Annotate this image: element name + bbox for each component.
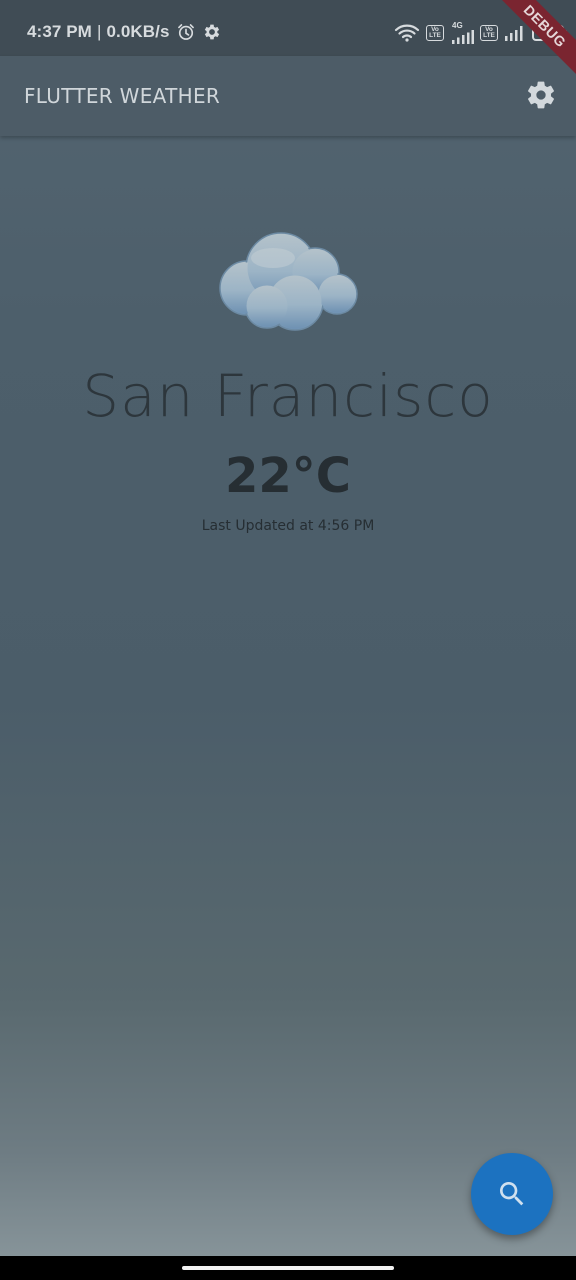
city-name: San Francisco (82, 362, 494, 430)
status-bar: 4:37 PM | 0.0KB/s Vo LTE 4G Vo LTE (0, 0, 576, 56)
volte-badge-2: Vo LTE (480, 25, 498, 41)
network-speed: 0.0KB/s (106, 22, 170, 41)
last-updated: Last Updated at 4:56 PM (201, 518, 375, 534)
status-separator: | (96, 22, 102, 41)
gear-icon (528, 81, 554, 109)
gear-icon (204, 24, 219, 40)
signal-icon (505, 26, 523, 41)
navigation-bar (0, 1256, 576, 1280)
status-left: 4:37 PM | 0.0KB/s (27, 22, 222, 42)
status-time: 4:37 PM (27, 22, 92, 41)
search-icon (500, 1182, 524, 1206)
home-gesture-handle[interactable] (182, 1266, 394, 1270)
alarm-icon (177, 24, 194, 40)
signal-icon (452, 30, 474, 44)
cloud-icon (219, 232, 358, 331)
network-type: 4G (450, 22, 474, 44)
app-bar: FLUTTER WEATHER (0, 56, 576, 136)
wifi-icon (394, 24, 420, 42)
app-title: FLUTTER WEATHER (24, 84, 221, 108)
temperature: 22°C (224, 448, 352, 504)
volte-badge-1: Vo LTE (426, 25, 444, 41)
search-button[interactable] (471, 1153, 553, 1235)
settings-button[interactable] (524, 78, 558, 112)
